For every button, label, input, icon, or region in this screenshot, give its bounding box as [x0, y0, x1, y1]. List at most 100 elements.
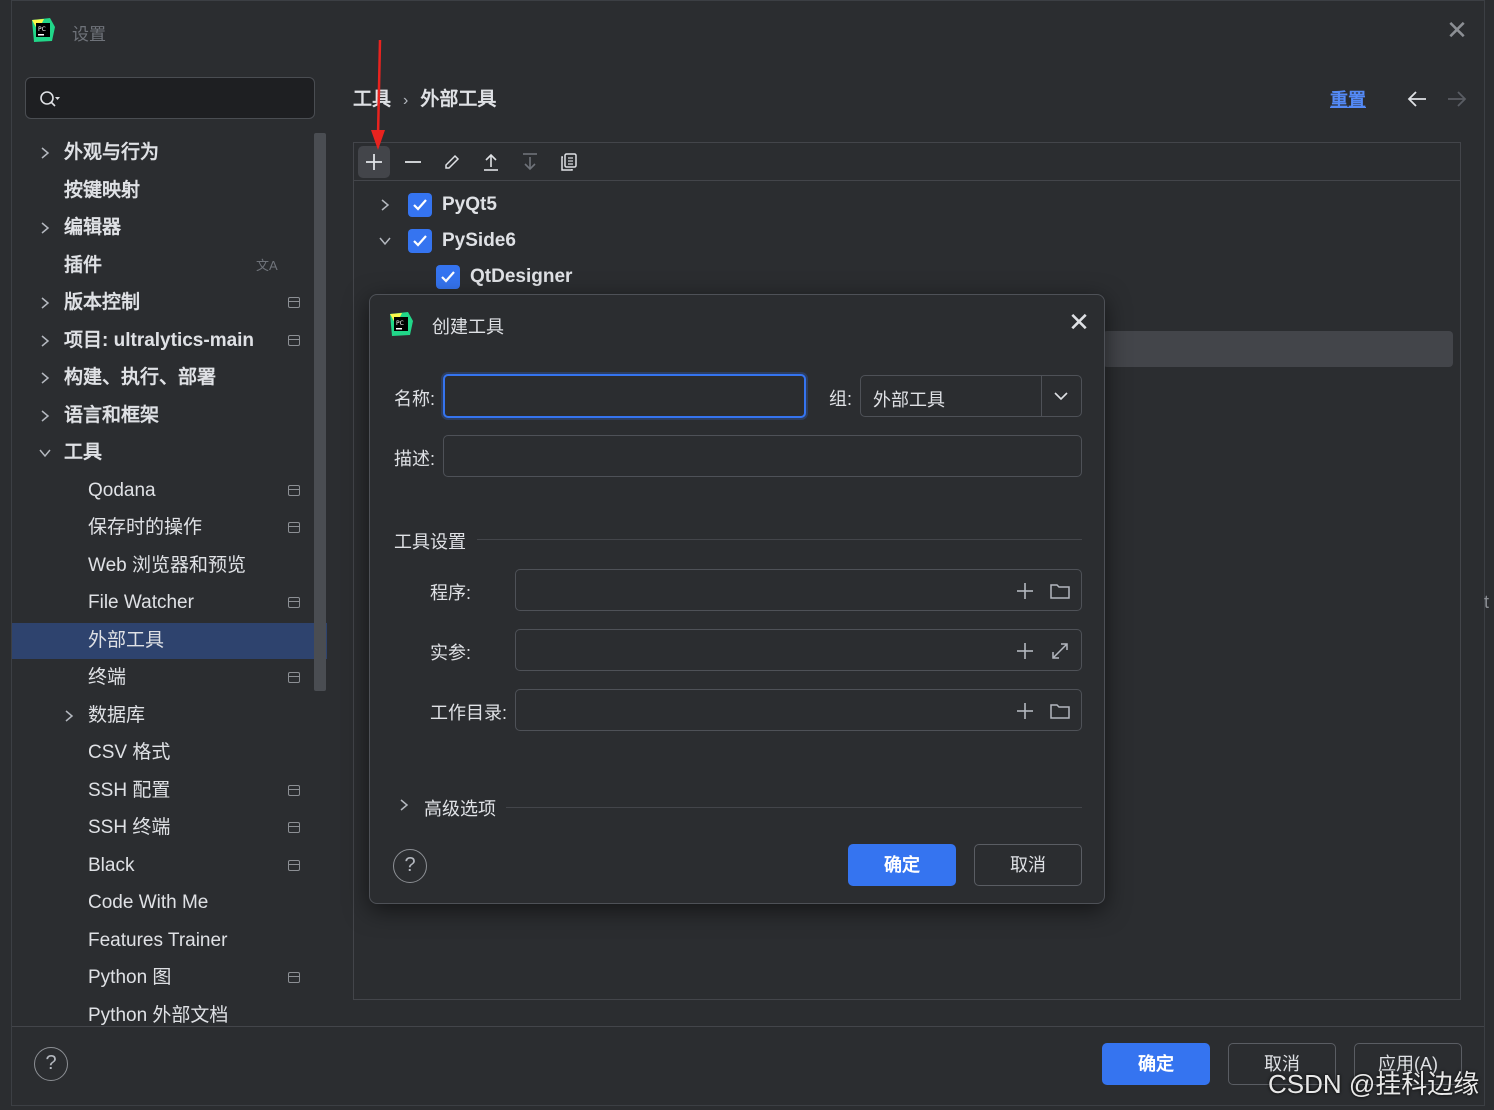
sidebar-item[interactable]: Black — [12, 848, 327, 884]
move-down-icon — [523, 153, 537, 171]
sidebar-item-label: Web 浏览器和预览 — [88, 554, 247, 576]
chevron-right-icon[interactable] — [38, 409, 52, 423]
tree-row[interactable]: PyQt5 — [354, 187, 954, 223]
program-input[interactable] — [515, 569, 1082, 611]
window-close-icon[interactable]: ✕ — [1444, 17, 1470, 43]
program-label: 程序: — [430, 583, 472, 603]
chevron-right-icon[interactable] — [38, 146, 52, 160]
tree-row-highlight — [1103, 331, 1453, 367]
chevron-right-icon[interactable] — [38, 371, 52, 385]
project-scope-icon — [288, 859, 300, 871]
chevron-right-icon[interactable] — [378, 198, 392, 212]
sidebar-item[interactable]: 编辑器 — [12, 210, 327, 246]
move-down-button[interactable] — [514, 146, 546, 178]
insert-macro-icon[interactable] — [1014, 700, 1036, 722]
sidebar-item-label: 构建、执行、部署 — [64, 367, 217, 388]
footer-ok-button[interactable]: 确定 — [1102, 1043, 1210, 1085]
sidebar-scrollbar[interactable] — [314, 133, 326, 691]
dialog-close-icon[interactable]: ✕ — [1066, 309, 1092, 335]
sidebar-item[interactable]: Python 外部文档 — [12, 998, 327, 1029]
sidebar-item-label: Features Trainer — [88, 929, 228, 951]
group-select[interactable]: 外部工具 — [860, 375, 1082, 417]
chevron-right-icon[interactable] — [38, 334, 52, 348]
add-icon — [366, 154, 382, 170]
move-up-button[interactable] — [475, 146, 507, 178]
tree-row[interactable]: QtDesigner — [354, 259, 954, 295]
edit-tool-button[interactable] — [436, 146, 468, 178]
name-input[interactable] — [443, 374, 806, 418]
sidebar-item[interactable]: SSH 配置 — [12, 773, 327, 809]
arguments-input[interactable] — [515, 629, 1082, 671]
sidebar-item[interactable]: 工具 — [12, 435, 327, 471]
description-input[interactable] — [443, 435, 1082, 477]
sidebar-item[interactable]: SSH 终端 — [12, 810, 327, 846]
working-dir-input[interactable] — [515, 689, 1082, 731]
enabled-checkbox[interactable] — [436, 265, 460, 289]
sidebar-item[interactable]: Qodana — [12, 473, 327, 509]
sidebar-item[interactable]: 保存时的操作 — [12, 510, 327, 546]
pycharm-logo-icon: PC — [32, 18, 55, 42]
settings-search-input[interactable] — [25, 77, 315, 119]
expand-icon[interactable] — [1049, 640, 1071, 662]
sidebar-item-label: 项目: ultralytics-main — [64, 329, 255, 351]
sidebar-item[interactable]: 项目: ultralytics-main — [12, 323, 327, 359]
footer-divider — [12, 1026, 1484, 1027]
sidebar-item-label: Python 外部文档 — [88, 1004, 229, 1026]
chevron-right-icon[interactable] — [38, 296, 52, 310]
sidebar-item[interactable]: Python 图 — [12, 960, 327, 996]
reset-link[interactable]: 重置 — [1330, 86, 1366, 112]
sidebar-item[interactable]: 数据库 — [12, 698, 327, 734]
chevron-right-icon[interactable] — [38, 221, 52, 235]
sidebar-item-label: File Watcher — [88, 592, 194, 613]
sidebar-item[interactable]: CSV 格式 — [12, 735, 327, 771]
sidebar-item-label: 按键映射 — [64, 179, 141, 201]
arguments-label: 实参: — [430, 643, 472, 663]
sidebar-item[interactable]: 构建、执行、部署 — [12, 360, 327, 396]
sidebar-item[interactable]: 外观与行为 — [12, 135, 327, 171]
sidebar-item-label: 保存时的操作 — [88, 517, 203, 538]
chevron-down-icon[interactable] — [378, 234, 392, 248]
sidebar-item-label: 终端 — [88, 667, 127, 688]
checkmark-icon — [413, 235, 427, 247]
arrow-left-icon[interactable] — [1406, 89, 1428, 109]
chevron-down-icon[interactable] — [38, 446, 52, 460]
sidebar-item[interactable]: 语言和框架 — [12, 398, 327, 434]
help-icon[interactable]: ? — [34, 1047, 68, 1081]
sidebar-item-label: SSH 配置 — [88, 779, 171, 801]
remove-tool-button[interactable] — [397, 146, 429, 178]
checkmark-icon — [413, 199, 427, 211]
enabled-checkbox[interactable] — [408, 193, 432, 217]
folder-icon[interactable] — [1049, 700, 1071, 722]
chevron-right-icon[interactable] — [62, 709, 76, 723]
sidebar-item[interactable]: 按键映射 — [12, 173, 327, 209]
arrow-right-icon[interactable] — [1446, 89, 1468, 109]
sidebar-item[interactable]: Features Trainer — [12, 923, 327, 959]
dialog-help-icon[interactable]: ? — [393, 849, 427, 883]
dialog-ok-button[interactable]: 确定 — [848, 844, 956, 886]
svg-text:PC: PC — [396, 320, 404, 327]
sidebar-item-label: SSH 终端 — [88, 817, 171, 838]
sidebar-item[interactable]: 终端 — [12, 660, 327, 696]
dialog-cancel-button[interactable]: 取消 — [974, 844, 1082, 886]
project-scope-icon — [288, 597, 300, 608]
sidebar-item[interactable]: Code With Me — [12, 885, 327, 921]
create-tool-dialog: PC 创建工具 ✕ 名称: 组: 外部工具 描述: 工具设置 程序: 实参: 工… — [369, 294, 1105, 904]
enabled-checkbox[interactable] — [408, 229, 432, 253]
insert-macro-icon[interactable] — [1014, 640, 1036, 662]
folder-icon[interactable] — [1049, 580, 1071, 602]
watermark: CSDN @挂科边缘 — [1268, 1069, 1480, 1099]
tree-row[interactable]: PySide6 — [354, 223, 954, 259]
sidebar-item-label: 数据库 — [88, 704, 146, 726]
translate-icon: 文A — [256, 257, 278, 273]
insert-macro-icon[interactable] — [1014, 580, 1036, 602]
sidebar-item[interactable]: File Watcher — [12, 585, 327, 621]
pycharm-logo-icon: PC — [390, 312, 413, 336]
sidebar-item[interactable]: Web 浏览器和预览 — [12, 548, 327, 584]
copy-tool-button[interactable] — [553, 146, 585, 178]
sidebar-item[interactable]: 版本控制 — [12, 285, 327, 321]
sidebar-item-label: 版本控制 — [64, 292, 141, 313]
settings-sidebar: 外观与行为按键映射编辑器 插件 文A 版本控制项目: ultralytics-main… — [12, 133, 327, 1028]
sidebar-item[interactable]: 插件 文A — [12, 248, 327, 284]
remove-icon — [405, 161, 421, 163]
sidebar-item[interactable]: 外部工具 — [12, 622, 327, 659]
